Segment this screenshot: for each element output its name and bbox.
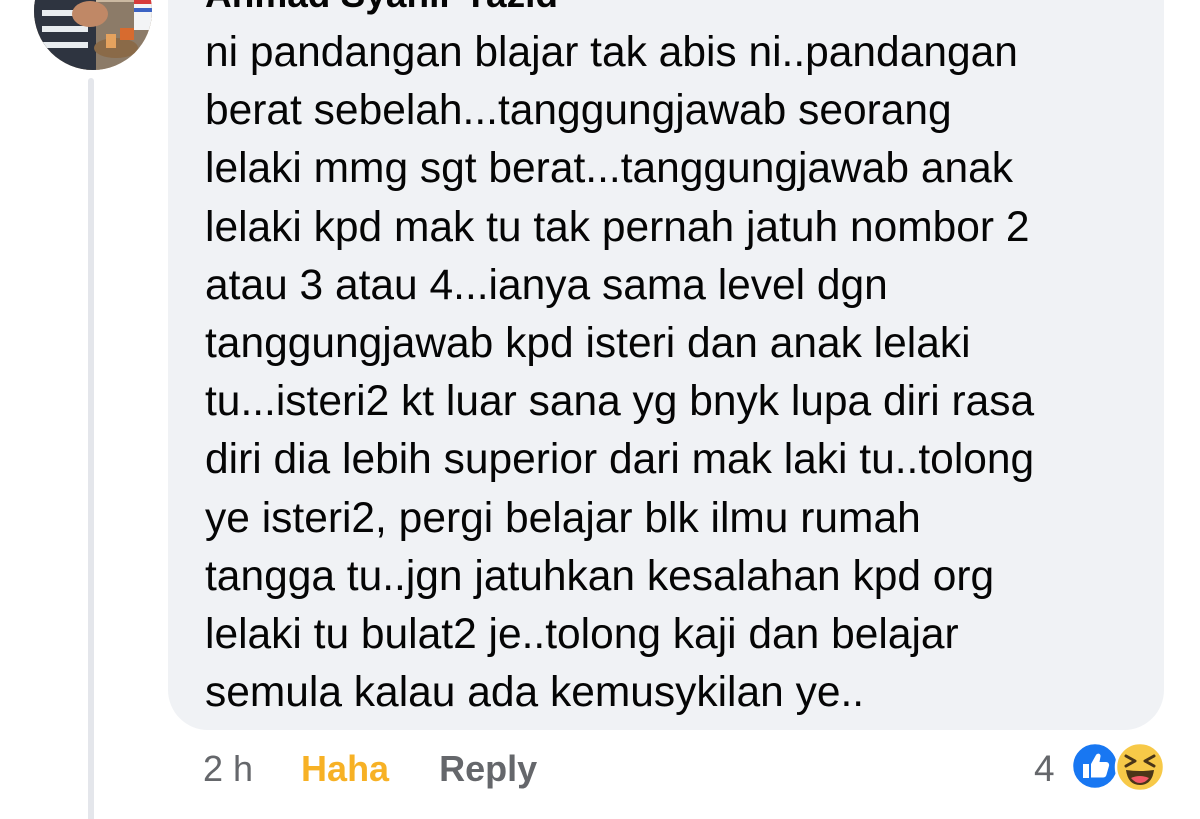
like-icon[interactable] [1070,741,1120,791]
comment-view: Ahmad Syahir Yazid ni pandangan blajar t… [0,0,1200,819]
comment-text-line: lelaki kpd mak tu tak pernah jatuh nombo… [205,203,1030,251]
comment-text-line: ye isteri2, pergi belajar blk ilmu rumah [205,494,921,542]
comment-text-line: semula kalau ada kemusykilan ye.. [205,669,865,717]
avatar-photo [34,0,152,70]
haha-reaction-button[interactable]: Haha [301,748,389,790]
avatar[interactable] [34,0,152,70]
comment-text-line: ni pandangan blajar tak abis ni..pandang… [205,29,1018,76]
comment-actions: 2 h Haha Reply [203,745,537,793]
comment-text-line: atau 3 atau 4...ianya sama level dgn [205,261,888,309]
comment-text-line: tanggungjawab kpd isteri dan anak lelaki [205,320,971,368]
comment-text-line: berat sebelah...tanggungjawab seorang [205,87,952,135]
comment-text-line: lelaki tu bulat2 je..tolong kaji dan bel… [205,611,959,659]
comment-text-line: diri dia lebih superior dari mak laki tu… [205,436,1035,484]
comment-timestamp[interactable]: 2 h [203,748,253,790]
comment-text-line: tangga tu..jgn jatuhkan kesalahan kpd or… [205,552,995,600]
comment-text-line: tu...isteri2 kt luar sana yg bnyk lupa d… [205,378,1035,426]
reply-thread-line [88,78,94,819]
haha-icon[interactable] [1114,741,1166,793]
comment-author[interactable]: Ahmad Syahir Yazid [205,0,558,17]
reply-button[interactable]: Reply [439,748,537,790]
comment-text-line: lelaki mmg sgt berat...tanggungjawab ana… [205,145,1013,193]
comment-text: ni pandangan blajar tak abis ni..pandang… [205,24,1155,722]
reaction-count[interactable]: 4 [1034,745,1055,793]
